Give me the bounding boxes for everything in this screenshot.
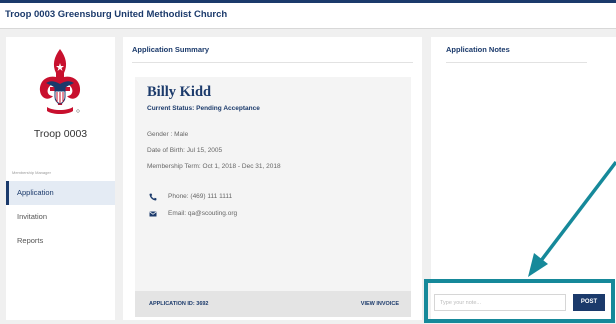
- view-invoice-link[interactable]: VIEW INVOICE: [361, 301, 399, 307]
- application-id: APPLICATION ID: 3692: [149, 301, 209, 307]
- applicant-dob: Date of Birth: Jul 15, 2005: [147, 147, 223, 154]
- application-status: Current Status: Pending Acceptance: [147, 105, 260, 112]
- divider: [132, 62, 413, 63]
- sidebar: Troop 0003 Membership Manager Applicatio…: [6, 37, 115, 320]
- applicant-card: Billy Kidd Current Status: Pending Accep…: [135, 77, 411, 317]
- card-footer: APPLICATION ID: 3692 VIEW INVOICE: [135, 291, 411, 317]
- applicant-phone: Phone: (469) 111 1111: [168, 193, 233, 200]
- bsa-fleur-de-lis-logo-icon: [39, 49, 81, 114]
- troop-unit-title: Troop 0003 Greensburg United Methodist C…: [5, 9, 228, 20]
- divider: [446, 62, 587, 63]
- application-summary-panel: Application Summary Billy Kidd Current S…: [123, 37, 422, 320]
- sidebar-item-label: Reports: [17, 236, 44, 245]
- callout-highlight-box: [424, 279, 615, 323]
- sidebar-item-invitation[interactable]: Invitation: [6, 205, 115, 229]
- application-notes-title: Application Notes: [446, 45, 510, 54]
- application-notes-panel: Application Notes: [431, 37, 616, 320]
- applicant-name: Billy Kidd: [147, 84, 212, 100]
- phone-icon: [149, 193, 157, 201]
- sidebar-item-label: Application: [17, 188, 54, 197]
- sidebar-item-reports[interactable]: Reports: [6, 229, 115, 253]
- membership-term: Membership Term: Oct 1, 2018 - Dec 31, 2…: [147, 163, 281, 170]
- troop-name: Troop 0003: [33, 128, 88, 140]
- sidebar-item-application[interactable]: Application: [6, 181, 115, 205]
- applicant-email: Email: qa@scouting.org: [168, 210, 238, 217]
- applicant-gender: Gender : Male: [147, 131, 189, 138]
- envelope-icon: [149, 211, 157, 217]
- top-bar: Troop 0003 Greensburg United Methodist C…: [0, 0, 616, 29]
- sidebar-item-label: Invitation: [17, 212, 48, 221]
- application-summary-title: Application Summary: [132, 45, 210, 54]
- sidebar-section-label: Membership Manager: [12, 170, 51, 175]
